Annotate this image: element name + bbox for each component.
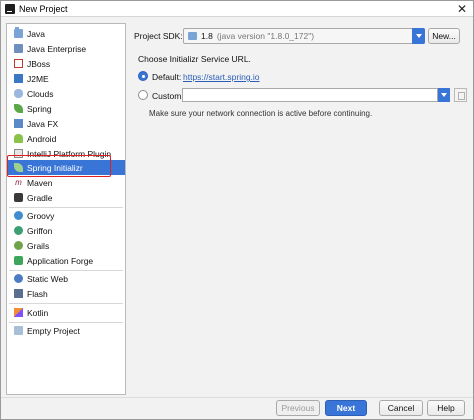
sidebar-item-label: Groovy bbox=[27, 210, 55, 221]
sidebar-item-label: Java Enterprise bbox=[27, 43, 87, 54]
sidebar-item-j2me[interactable]: J2ME bbox=[7, 71, 125, 86]
cloud-icon bbox=[14, 89, 23, 98]
static-web-icon bbox=[14, 274, 23, 283]
sidebar-item-spring[interactable]: Spring bbox=[7, 101, 125, 116]
jboss-icon bbox=[14, 59, 23, 68]
new-project-dialog: New Project ✕ Java Java Enterprise JBoss… bbox=[0, 0, 474, 420]
divider bbox=[1, 397, 473, 398]
gradle-icon bbox=[14, 193, 23, 202]
application-forge-icon bbox=[14, 256, 23, 265]
sidebar-item-kotlin[interactable]: Kotlin bbox=[7, 305, 125, 320]
flash-icon bbox=[14, 289, 23, 298]
sidebar-item-label: JBoss bbox=[27, 58, 51, 69]
project-type-list: Java Java Enterprise JBoss J2ME Clouds S… bbox=[6, 23, 126, 395]
folder-icon bbox=[14, 27, 23, 38]
griffon-icon bbox=[14, 226, 23, 235]
sidebar-item-flash[interactable]: Flash bbox=[7, 286, 125, 301]
java-enterprise-icon bbox=[14, 44, 23, 53]
kotlin-icon bbox=[14, 308, 23, 317]
cancel-button[interactable]: Cancel bbox=[379, 400, 423, 416]
sidebar-item-gradle[interactable]: Gradle bbox=[7, 190, 125, 205]
empty-project-icon bbox=[14, 326, 23, 335]
sidebar-item-empty-project[interactable]: Empty Project bbox=[7, 323, 125, 338]
intellij-app-icon bbox=[5, 4, 15, 14]
sdk-value: 1.8 bbox=[201, 31, 213, 41]
sidebar-item-label: Static Web bbox=[27, 273, 68, 284]
chevron-down-icon[interactable] bbox=[412, 28, 425, 44]
window-title: New Project bbox=[19, 4, 68, 14]
sdk-folder-icon bbox=[188, 32, 197, 40]
project-sdk-dropdown[interactable]: 1.8 (java version "1.8.0_172") bbox=[183, 28, 425, 44]
sidebar-item-label: Empty Project bbox=[27, 325, 80, 336]
sidebar-item-label: Android bbox=[27, 133, 57, 144]
sidebar-item-label: Grails bbox=[27, 240, 50, 251]
sdk-version: (java version "1.8.0_172") bbox=[216, 31, 315, 41]
sidebar-item-label: Application Forge bbox=[27, 255, 94, 266]
default-radio[interactable] bbox=[138, 71, 148, 81]
default-url-link[interactable]: https://start.spring.io bbox=[183, 72, 260, 82]
sidebar-item-static-web[interactable]: Static Web bbox=[7, 271, 125, 286]
android-icon bbox=[14, 134, 23, 143]
help-button[interactable]: Help bbox=[427, 400, 465, 416]
grails-icon bbox=[14, 241, 23, 250]
sidebar-item-java-enterprise[interactable]: Java Enterprise bbox=[7, 41, 125, 56]
sidebar-item-clouds[interactable]: Clouds bbox=[7, 86, 125, 101]
browse-icon[interactable] bbox=[454, 88, 467, 102]
javafx-icon bbox=[14, 119, 23, 128]
groovy-icon bbox=[14, 211, 23, 220]
sidebar-item-java-fx[interactable]: Java FX bbox=[7, 116, 125, 131]
sidebar-item-jboss[interactable]: JBoss bbox=[7, 56, 125, 71]
sidebar-item-label: J2ME bbox=[27, 73, 49, 84]
next-button[interactable]: Next bbox=[325, 400, 367, 416]
maven-icon: m bbox=[14, 178, 23, 187]
sidebar-item-groovy[interactable]: Groovy bbox=[7, 208, 125, 223]
sidebar-item-label: Clouds bbox=[27, 88, 54, 99]
main-panel: Project SDK: 1.8 (java version "1.8.0_17… bbox=[129, 23, 471, 395]
sidebar-item-label: Java FX bbox=[27, 118, 59, 129]
sidebar-item-java[interactable]: Java bbox=[7, 26, 125, 41]
default-label: Default: bbox=[152, 72, 182, 82]
spring-leaf-icon bbox=[14, 104, 23, 113]
sidebar-item-label: Spring bbox=[27, 103, 52, 114]
sidebar-item-label: Gradle bbox=[27, 192, 53, 203]
sidebar-item-label: Java bbox=[27, 28, 45, 39]
network-note: Make sure your network connection is act… bbox=[149, 109, 373, 118]
new-sdk-button[interactable]: New... bbox=[428, 28, 460, 44]
sidebar-item-label: Maven bbox=[27, 177, 53, 188]
j2me-icon bbox=[14, 74, 23, 83]
custom-url-input[interactable] bbox=[182, 88, 438, 102]
sidebar-item-grails[interactable]: Grails bbox=[7, 238, 125, 253]
sidebar-item-maven[interactable]: m Maven bbox=[7, 175, 125, 190]
sidebar-item-label: Flash bbox=[27, 288, 48, 299]
sidebar-item-application-forge[interactable]: Application Forge bbox=[7, 253, 125, 268]
sidebar-item-label: Kotlin bbox=[27, 307, 49, 318]
custom-label: Custom: bbox=[152, 91, 184, 101]
selection-highlight-annotation bbox=[7, 155, 111, 177]
sidebar-item-griffon[interactable]: Griffon bbox=[7, 223, 125, 238]
choose-url-label: Choose Initializr Service URL. bbox=[138, 54, 251, 64]
divider bbox=[9, 303, 123, 304]
sidebar-item-android[interactable]: Android bbox=[7, 131, 125, 146]
close-icon[interactable]: ✕ bbox=[457, 2, 467, 16]
title-bar: New Project ✕ bbox=[1, 1, 473, 17]
chevron-down-icon[interactable] bbox=[438, 88, 450, 102]
sidebar-item-label: Griffon bbox=[27, 225, 53, 236]
previous-button[interactable]: Previous bbox=[276, 400, 320, 416]
project-sdk-label: Project SDK: bbox=[134, 31, 183, 41]
custom-radio[interactable] bbox=[138, 90, 148, 100]
